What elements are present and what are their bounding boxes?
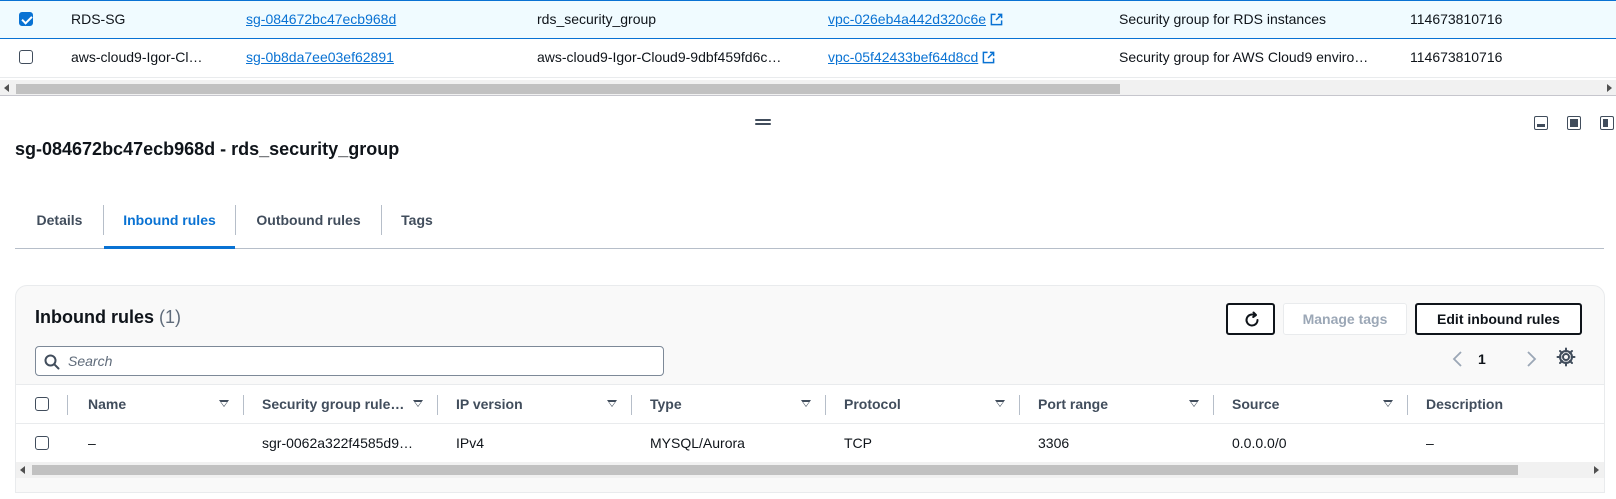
search-icon bbox=[44, 354, 60, 370]
table-row-selected[interactable]: RDS-SG sg-084672bc47ecb968d rds_security… bbox=[0, 0, 1616, 39]
scroll-left-arrow[interactable] bbox=[20, 466, 25, 474]
scrollbar-thumb[interactable] bbox=[32, 465, 1518, 475]
external-link-icon bbox=[982, 51, 995, 64]
column-divider bbox=[825, 395, 826, 415]
drag-handle-icon[interactable] bbox=[755, 119, 771, 127]
vpc-id-link-wrapper[interactable]: vpc-05f42433bef64d8cd bbox=[828, 39, 1068, 76]
chevron-left-icon[interactable] bbox=[1451, 350, 1465, 368]
column-divider bbox=[1407, 395, 1408, 415]
column-header-ip-version[interactable]: IP version bbox=[456, 385, 523, 423]
inbound-rules-heading: Inbound rules (1) bbox=[35, 307, 181, 328]
sg-name-cell: aws-cloud9-Igor-Cl… bbox=[71, 49, 203, 65]
column-header-source[interactable]: Source bbox=[1232, 385, 1279, 423]
column-header-port-range[interactable]: Port range bbox=[1038, 385, 1108, 423]
panel-full-icon[interactable] bbox=[1567, 116, 1581, 130]
type-cell: MYSQL/Aurora bbox=[650, 435, 745, 451]
vpc-id-link[interactable]: vpc-026eb4a442d320c6e bbox=[828, 11, 986, 27]
external-link-icon bbox=[990, 13, 1003, 26]
sort-caret-icon[interactable] bbox=[1189, 400, 1199, 407]
column-divider bbox=[243, 395, 244, 415]
sort-caret-icon[interactable] bbox=[1383, 400, 1393, 407]
column-divider bbox=[437, 395, 438, 415]
rule-id-cell: sgr-0062a322f4585d9… bbox=[262, 435, 414, 451]
vpc-id-link[interactable]: vpc-05f42433bef64d8cd bbox=[828, 49, 978, 65]
tabs: Details Inbound rules Outbound rules Tag… bbox=[15, 197, 1604, 249]
search-input[interactable] bbox=[68, 347, 648, 375]
horizontal-scrollbar[interactable] bbox=[0, 80, 1616, 96]
column-divider bbox=[67, 395, 68, 415]
table-row[interactable]: aws-cloud9-Igor-Cl… sg-0b8da7ee03ef62891… bbox=[0, 39, 1616, 78]
sort-caret-icon[interactable] bbox=[995, 400, 1005, 407]
panel-bottom-icon[interactable] bbox=[1534, 116, 1548, 130]
column-header-type[interactable]: Type bbox=[650, 385, 682, 423]
sg-description-cell: Security group for AWS Cloud9 enviro… bbox=[1119, 49, 1369, 65]
port-range-cell: 3306 bbox=[1038, 435, 1070, 451]
description-cell: – bbox=[1426, 435, 1434, 451]
column-divider bbox=[1019, 395, 1020, 415]
row-checkbox[interactable] bbox=[19, 50, 33, 64]
column-divider bbox=[1213, 395, 1214, 415]
panel-side-icon[interactable] bbox=[1600, 116, 1614, 130]
sort-caret-icon[interactable] bbox=[219, 400, 229, 407]
inbound-rules-container: Inbound rules (1) Manage tags Edit inbou… bbox=[15, 285, 1605, 493]
active-tab-indicator bbox=[104, 246, 235, 249]
column-header-protocol[interactable]: Protocol bbox=[844, 385, 901, 423]
horizontal-scrollbar[interactable] bbox=[16, 462, 1604, 478]
column-divider bbox=[631, 395, 632, 415]
tab-details[interactable]: Details bbox=[15, 205, 104, 249]
scroll-right-arrow[interactable] bbox=[1594, 466, 1599, 474]
protocol-cell: TCP bbox=[844, 435, 872, 451]
tab-tags[interactable]: Tags bbox=[382, 205, 452, 249]
sg-id-link[interactable]: sg-0b8da7ee03ef62891 bbox=[246, 39, 446, 76]
scroll-right-arrow[interactable] bbox=[1607, 84, 1612, 92]
select-all-checkbox[interactable] bbox=[35, 397, 49, 411]
page-number[interactable]: 1 bbox=[1478, 351, 1486, 367]
sg-description-cell: Security group for RDS instances bbox=[1119, 11, 1326, 27]
ip-version-cell: IPv4 bbox=[456, 435, 485, 451]
chevron-right-icon[interactable] bbox=[1524, 350, 1538, 368]
sg-group-name-cell: rds_security_group bbox=[537, 11, 657, 27]
edit-inbound-rules-button[interactable]: Edit inbound rules bbox=[1415, 303, 1582, 335]
row-checkbox[interactable] bbox=[35, 436, 49, 450]
owner-cell: 114673810716 bbox=[1410, 49, 1503, 65]
column-header-name[interactable]: Name bbox=[88, 385, 126, 423]
source-cell: 0.0.0.0/0 bbox=[1232, 435, 1287, 451]
refresh-icon bbox=[1245, 311, 1259, 327]
sort-caret-icon[interactable] bbox=[607, 400, 617, 407]
settings-gear-icon[interactable] bbox=[1555, 346, 1577, 368]
tab-outbound-rules[interactable]: Outbound rules bbox=[236, 205, 381, 249]
owner-cell: 114673810716 bbox=[1410, 11, 1503, 27]
table-header: Name Security group rule… IP version Typ… bbox=[16, 384, 1604, 424]
sg-id-link[interactable]: sg-084672bc47ecb968d bbox=[246, 1, 446, 38]
sort-caret-icon[interactable] bbox=[413, 400, 423, 407]
row-checkbox[interactable] bbox=[19, 12, 33, 26]
sg-group-name-cell: aws-cloud9-Igor-Cloud9-9dbf459fd6c… bbox=[537, 49, 782, 65]
rule-name-cell: – bbox=[88, 435, 96, 451]
scrollbar-thumb[interactable] bbox=[16, 84, 1120, 94]
refresh-button[interactable] bbox=[1226, 303, 1275, 335]
sort-caret-icon[interactable] bbox=[801, 400, 811, 407]
search-field[interactable] bbox=[35, 346, 664, 376]
column-header-description[interactable]: Description bbox=[1426, 385, 1503, 423]
inbound-rules-title: Inbound rules bbox=[35, 307, 154, 327]
tab-inbound-rules[interactable]: Inbound rules bbox=[104, 205, 235, 249]
table-row[interactable]: – sgr-0062a322f4585d9… IPv4 MYSQL/Aurora… bbox=[16, 424, 1604, 463]
column-header-rule-id[interactable]: Security group rule… bbox=[262, 385, 404, 423]
scroll-left-arrow[interactable] bbox=[4, 84, 9, 92]
manage-tags-button[interactable]: Manage tags bbox=[1283, 303, 1407, 335]
panel-title: sg-084672bc47ecb968d - rds_security_grou… bbox=[15, 139, 400, 159]
sg-name-cell: RDS-SG bbox=[71, 11, 126, 27]
vpc-id-link-wrapper[interactable]: vpc-026eb4a442d320c6e bbox=[828, 1, 1068, 38]
inbound-rules-count: (1) bbox=[159, 307, 182, 327]
